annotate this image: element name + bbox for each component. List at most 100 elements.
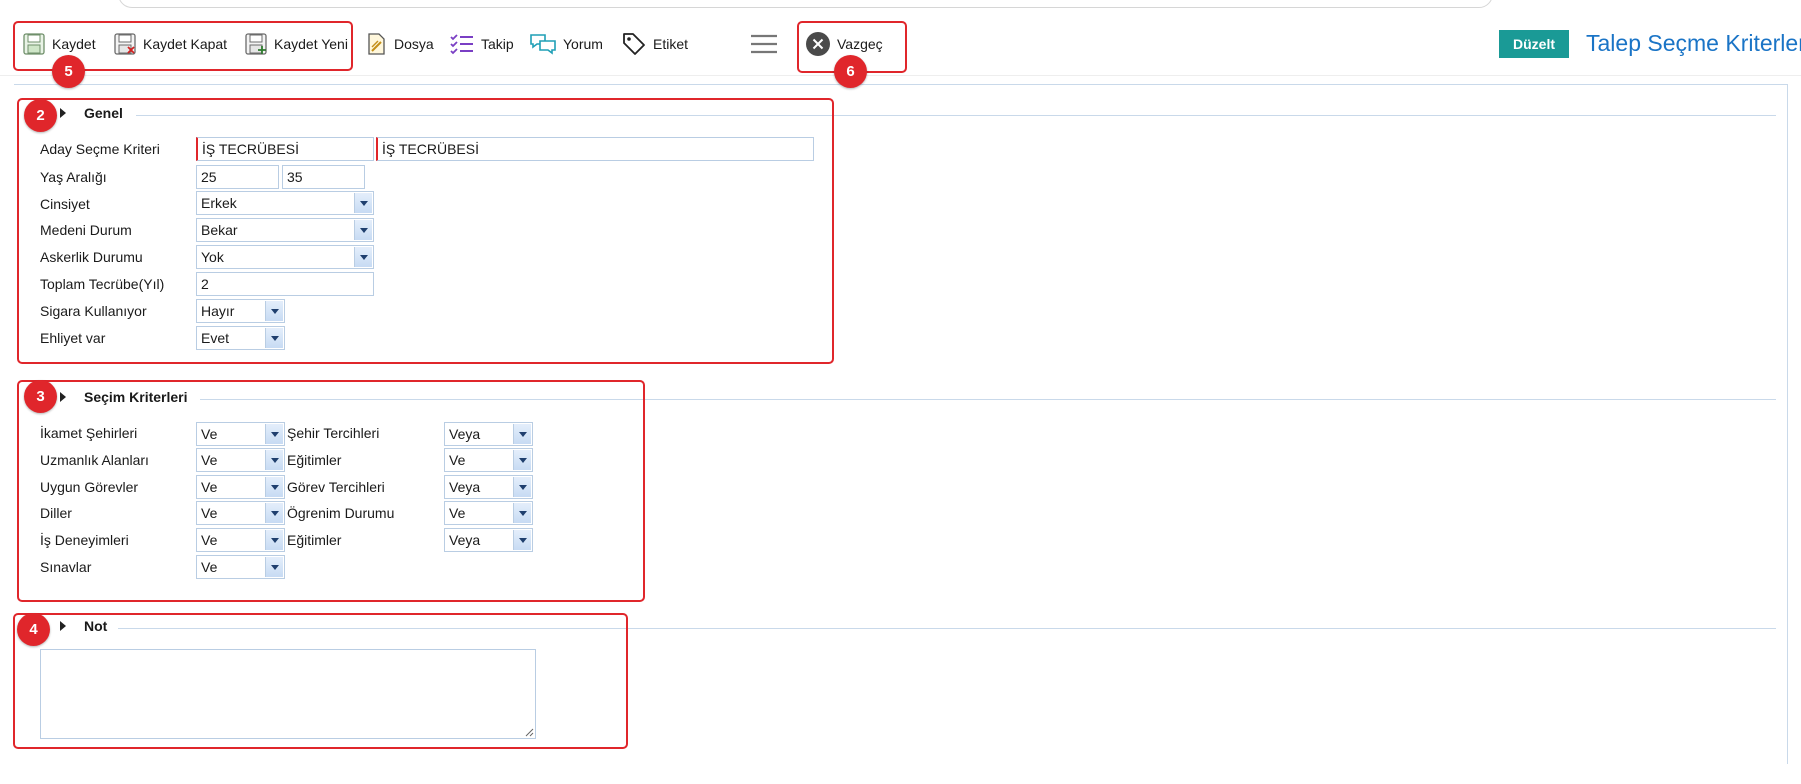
- etiket-label: Etiket: [653, 36, 689, 52]
- dosya-button[interactable]: Dosya: [364, 30, 434, 58]
- dropdown-arrow-icon[interactable]: [354, 247, 372, 267]
- dropdown-arrow-icon[interactable]: [265, 450, 283, 470]
- annotation-badge-4: 4: [17, 613, 50, 646]
- top-search-bar[interactable]: [118, 0, 1493, 8]
- medeni-durum-value: Bekar: [201, 222, 238, 238]
- label-gorev-tercihleri: Görev Tercihleri: [287, 479, 385, 495]
- tag-icon: [623, 33, 645, 55]
- dropdown-arrow-icon[interactable]: [513, 477, 531, 497]
- dropdown-arrow-icon[interactable]: [513, 450, 531, 470]
- label-ehliyet-var: Ehliyet var: [40, 330, 106, 346]
- is-deneyimleri-select[interactable]: Ve: [196, 528, 285, 552]
- egitimler-2-select[interactable]: Veya: [444, 528, 533, 552]
- kaydet-button[interactable]: Kaydet: [22, 30, 96, 58]
- annotation-badge-2: 2: [24, 99, 57, 132]
- takip-button[interactable]: Takip: [449, 30, 514, 58]
- label-is-deneyimleri: İş Deneyimleri: [40, 532, 129, 548]
- duzelt-button[interactable]: Düzelt: [1499, 30, 1569, 58]
- gorev-tercihleri-select[interactable]: Veya: [444, 475, 533, 499]
- expand-arrow-icon: [60, 392, 66, 402]
- sehir-tercihleri-select[interactable]: Veya: [444, 422, 533, 446]
- label-aday-secme-kriteri: Aday Seçme Kriteri: [40, 141, 160, 157]
- not-textarea[interactable]: [40, 649, 536, 739]
- sinavlar-select[interactable]: Ve: [196, 555, 285, 579]
- dropdown-arrow-icon[interactable]: [354, 193, 372, 213]
- file-icon: [368, 33, 385, 55]
- egitimler-select[interactable]: Ve: [444, 448, 533, 472]
- annotation-badge-5: 5: [52, 55, 85, 88]
- dropdown-arrow-icon[interactable]: [354, 220, 372, 240]
- sigara-kullaniyor-value: Hayır: [201, 303, 235, 319]
- dropdown-arrow-icon[interactable]: [265, 530, 283, 550]
- label-toplam-tecrube: Toplam Tecrübe(Yıl): [40, 276, 165, 292]
- dropdown-arrow-icon[interactable]: [265, 424, 283, 444]
- label-askerlik-durumu: Askerlik Durumu: [40, 249, 143, 265]
- aday-secme-kriteri-code-field[interactable]: İŞ TECRÜBESİ: [196, 137, 374, 161]
- section-genel-header[interactable]: Genel: [60, 103, 133, 123]
- menu-button[interactable]: [750, 30, 778, 58]
- sinavlar-value: Ve: [201, 559, 218, 575]
- save-icon: [23, 33, 45, 55]
- cinsiyet-select[interactable]: Erkek: [196, 191, 374, 215]
- kaydet-kapat-button[interactable]: Kaydet Kapat: [113, 30, 227, 58]
- dropdown-arrow-icon[interactable]: [513, 503, 531, 523]
- ogrenim-durumu-value: Ve: [449, 505, 466, 521]
- medeni-durum-select[interactable]: Bekar: [196, 218, 374, 242]
- yas-max-field[interactable]: 35: [282, 165, 365, 189]
- uygun-gorevler-select[interactable]: Ve: [196, 475, 285, 499]
- label-diller: Diller: [40, 505, 72, 521]
- dropdown-arrow-icon[interactable]: [513, 424, 531, 444]
- kaydet-yeni-button[interactable]: Kaydet Yeni: [244, 30, 348, 58]
- label-sigara-kullaniyor: Sigara Kullanıyor: [40, 303, 147, 319]
- vazgec-button[interactable]: Vazgeç: [805, 30, 883, 58]
- resize-grip-icon[interactable]: [524, 727, 534, 737]
- aday-secme-kriteri-name-field[interactable]: İŞ TECRÜBESİ: [376, 137, 814, 161]
- dropdown-arrow-icon[interactable]: [265, 477, 283, 497]
- dropdown-arrow-icon[interactable]: [265, 557, 283, 577]
- egitimler-2-value: Veya: [449, 532, 481, 548]
- yorum-label: Yorum: [563, 36, 603, 52]
- section-divider: [200, 399, 1776, 400]
- section-genel-title: Genel: [84, 105, 123, 121]
- ehliyet-var-select[interactable]: Evet: [196, 326, 285, 350]
- askerlik-durumu-value: Yok: [201, 249, 224, 265]
- ogrenim-durumu-select[interactable]: Ve: [444, 501, 533, 525]
- dropdown-arrow-icon[interactable]: [265, 503, 283, 523]
- uzmanlik-alanlari-select[interactable]: Ve: [196, 448, 285, 472]
- ikamet-sehirleri-select[interactable]: Ve: [196, 422, 285, 446]
- checklist-icon: [450, 34, 473, 55]
- yas-min-field[interactable]: 25: [196, 165, 279, 189]
- cancel-icon: [806, 32, 830, 56]
- section-secim-header[interactable]: Seçim Kriterleri: [60, 387, 198, 407]
- hamburger-menu-icon: [751, 34, 777, 54]
- comment-icon: [530, 34, 556, 55]
- expand-arrow-icon: [60, 621, 66, 631]
- page-title: Talep Seçme Kriterleri: [1586, 30, 1801, 56]
- askerlik-durumu-select[interactable]: Yok: [196, 245, 374, 269]
- yorum-button[interactable]: Yorum: [529, 30, 603, 58]
- vazgec-label: Vazgeç: [837, 36, 883, 52]
- dropdown-arrow-icon[interactable]: [513, 530, 531, 550]
- sehir-tercihleri-value: Veya: [449, 426, 481, 442]
- sigara-kullaniyor-select[interactable]: Hayır: [196, 299, 285, 323]
- label-yas-araligi: Yaş Aralığı: [40, 169, 107, 185]
- kaydet-kapat-label: Kaydet Kapat: [143, 36, 228, 52]
- diller-select[interactable]: Ve: [196, 501, 285, 525]
- etiket-button[interactable]: Etiket: [621, 30, 688, 58]
- takip-label: Takip: [481, 36, 514, 52]
- dropdown-arrow-icon[interactable]: [265, 301, 283, 321]
- ehliyet-var-value: Evet: [201, 330, 230, 346]
- label-ogrenim-durumu: Ögrenim Durumu: [287, 505, 395, 521]
- section-secim-title: Seçim Kriterleri: [84, 389, 188, 405]
- section-not-header[interactable]: Not: [60, 616, 117, 636]
- dropdown-arrow-icon[interactable]: [265, 328, 283, 348]
- label-uzmanlik-alanlari: Uzmanlık Alanları: [40, 452, 149, 468]
- label-cinsiyet: Cinsiyet: [40, 196, 90, 212]
- save-close-icon: [114, 33, 136, 55]
- cinsiyet-value: Erkek: [201, 195, 237, 211]
- label-sehir-tercihleri: Şehir Tercihleri: [287, 425, 380, 441]
- uygun-gorevler-value: Ve: [201, 479, 218, 495]
- ikamet-sehirleri-value: Ve: [201, 426, 218, 442]
- toplam-tecrube-field[interactable]: 2: [196, 272, 374, 296]
- label-ikamet-sehirleri: İkamet Şehirleri: [40, 425, 138, 441]
